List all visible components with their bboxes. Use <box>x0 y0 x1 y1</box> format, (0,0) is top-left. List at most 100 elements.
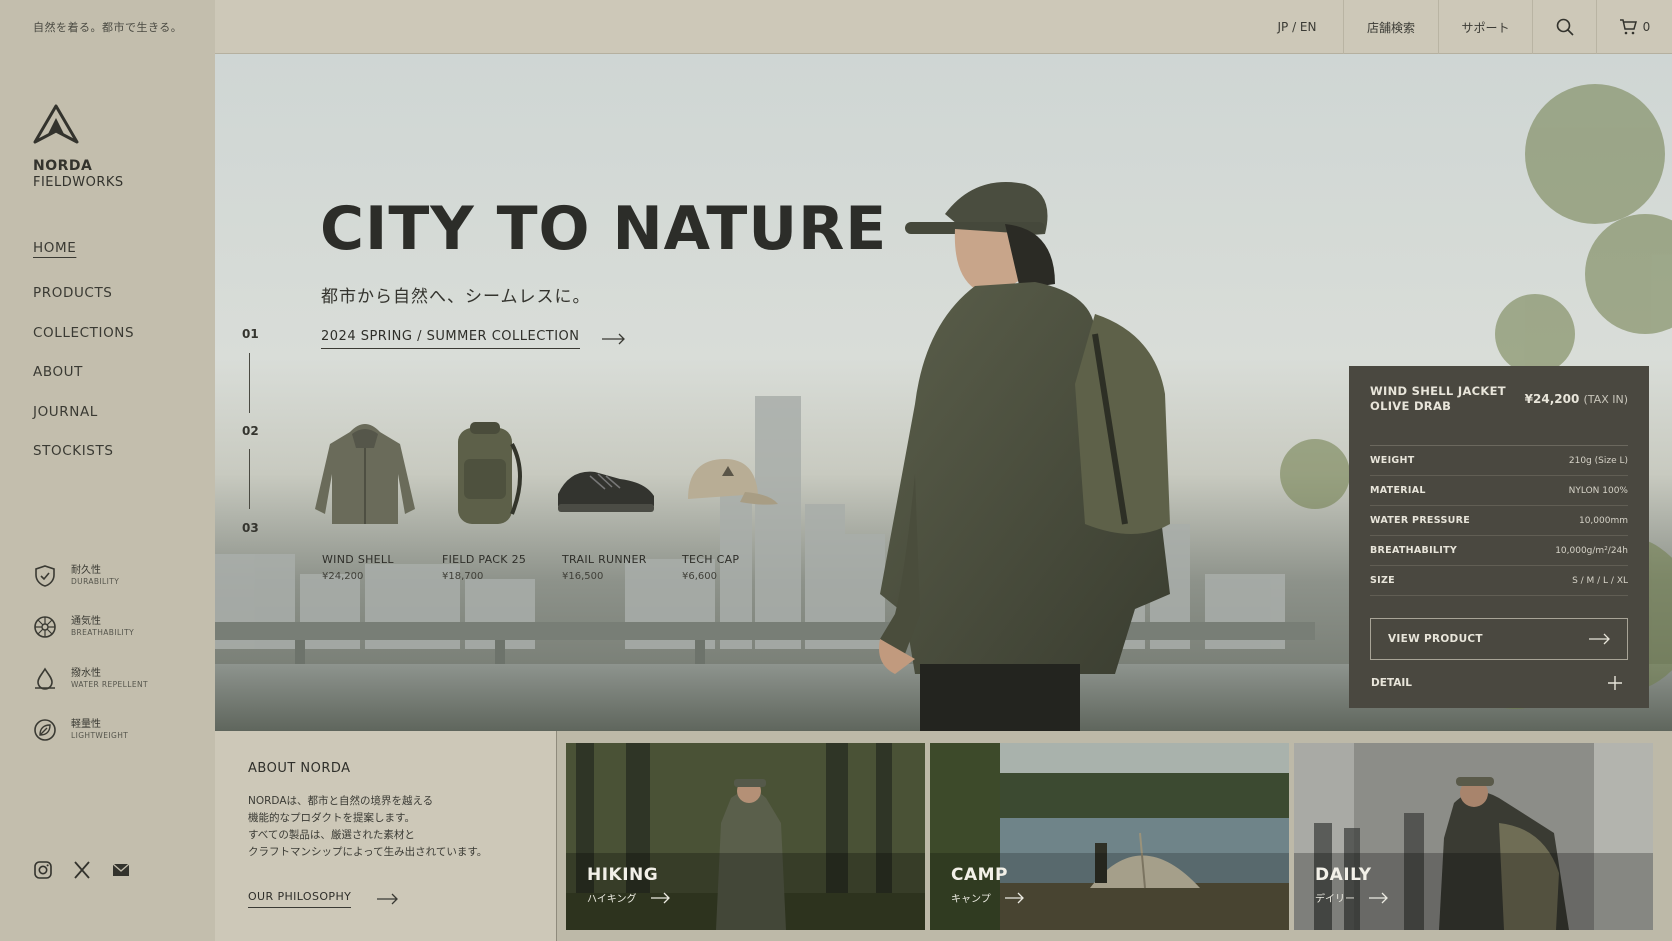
pager-line <box>249 353 250 413</box>
spec-value: NYLON 100% <box>1568 485 1628 496</box>
product-name: WIND SHELL <box>322 553 394 566</box>
spec-value: S / M / L / XL <box>1572 575 1628 586</box>
product-name: TECH CAP <box>682 553 740 566</box>
spec-tax-note: (TAX IN) <box>1583 393 1628 406</box>
feature-en: DURABILITY <box>71 576 120 586</box>
instagram-icon[interactable] <box>33 860 55 882</box>
tile-subtitle: キャンプ <box>951 890 1025 905</box>
view-product-label: VIEW PRODUCT <box>1388 633 1483 645</box>
about-line: 機能的なプロダクトを提案します。 <box>248 812 415 824</box>
arrow-right-icon <box>1589 633 1610 645</box>
philosophy-link[interactable]: OUR PHILOSOPHY <box>248 890 399 908</box>
product-price: ¥16,500 <box>562 571 604 582</box>
spec-header: WIND SHELL JACKET OLIVE DRAB ¥24,200 (TA… <box>1370 384 1628 446</box>
top-nav: JP / EN 店舗検索 サポート 0 <box>1251 0 1672 54</box>
spec-row: WEIGHT 210g (Size L) <box>1370 446 1628 476</box>
social-links <box>33 860 133 882</box>
feature-durability: 耐久性 DURABILITY <box>33 550 148 602</box>
store-search-link[interactable]: 店舗検索 <box>1343 0 1438 54</box>
tile-hiking[interactable]: HIKING ハイキング <box>566 743 925 930</box>
hero-title: CITY TO NATURE <box>320 194 888 264</box>
product-price: ¥6,600 <box>682 571 717 582</box>
tile-daily[interactable]: DAILY デイリー <box>1294 743 1653 930</box>
menu-item-about[interactable]: ABOUT <box>33 364 134 404</box>
tile-title: CAMP <box>951 865 1009 885</box>
x-icon[interactable] <box>72 860 94 882</box>
hero-subtitle: 都市から自然へ、シームレスに。 <box>321 287 591 307</box>
spec-value: 210g (Size L) <box>1568 455 1628 466</box>
feature-jp: 耐久性 <box>71 564 101 576</box>
top-bar: 自然を着る。都市で生きる。 JP / EN 店舗検索 サポート 0 <box>0 0 1672 54</box>
spec-key: BREATHABILITY <box>1370 545 1458 556</box>
arrow-right-icon <box>1004 892 1024 903</box>
product-price: ¥24,200 <box>322 571 364 582</box>
product-strip: WIND SHELL ¥24,200 FIELD PACK 25 ¥18,700… <box>310 414 790 582</box>
product-name: FIELD PACK 25 <box>442 553 527 566</box>
collection-link[interactable]: 2024 SPRING / SUMMER COLLECTION <box>321 329 626 349</box>
spec-product-name: WIND SHELL JACKET OLIVE DRAB <box>1370 384 1506 445</box>
feature-water-repellent: 撥水性 WATER REPELLENT <box>33 653 148 705</box>
cart-button[interactable]: 0 <box>1596 0 1672 54</box>
tile-camp[interactable]: CAMP キャンプ <box>930 743 1289 930</box>
about-section: ABOUT NORDA NORDAは、都市と自然の境界を越える 機能的なプロダク… <box>215 731 556 941</box>
product-card[interactable]: FIELD PACK 25 ¥18,700 <box>430 414 550 582</box>
tile-subtitle-text: キャンプ <box>951 894 991 905</box>
pager-item-1[interactable]: 01 <box>242 327 259 341</box>
spec-name-line2: OLIVE DRAB <box>1370 399 1452 413</box>
menu-item-products[interactable]: PRODUCTS <box>33 285 134 325</box>
product-card[interactable]: WIND SHELL ¥24,200 <box>310 414 430 582</box>
main-menu: HOME PRODUCTS COLLECTIONS ABOUT JOURNAL … <box>33 240 134 483</box>
shoe-image <box>558 471 654 512</box>
menu-item-home[interactable]: HOME <box>33 240 134 285</box>
feature-list: 耐久性 DURABILITY 通気性 BREATHABILITY 撥水性 WATER … <box>33 550 148 756</box>
spec-name-line1: WIND SHELL JACKET <box>1370 384 1506 398</box>
shield-check-icon <box>35 564 55 587</box>
feature-jp: 撥水性 <box>71 667 101 679</box>
feature-breathability: 通気性 BREATHABILITY <box>33 602 148 654</box>
spec-row: WATER PRESSURE 10,000mm <box>1370 506 1628 536</box>
arrow-right-icon <box>1369 892 1388 903</box>
menu-item-journal[interactable]: JOURNAL <box>33 404 134 444</box>
pager-item-3[interactable]: 03 <box>242 521 259 535</box>
arrow-right-icon <box>601 333 625 345</box>
tile-subtitle: デイリー <box>1315 890 1389 905</box>
product-card[interactable]: TRAIL RUNNER ¥16,500 <box>550 414 670 582</box>
collection-link-text: 2024 SPRING / SUMMER COLLECTION <box>321 329 580 349</box>
tagline: 自然を着る。都市で生きる。 <box>0 0 215 54</box>
tile-subtitle-text: ハイキング <box>587 894 637 905</box>
arrow-right-icon <box>377 893 399 905</box>
menu-item-collections[interactable]: COLLECTIONS <box>33 325 134 365</box>
air-circle-icon <box>34 616 56 639</box>
product-spec-card: WIND SHELL JACKET OLIVE DRAB ¥24,200 (TA… <box>1349 366 1649 708</box>
arrow-right-icon <box>650 892 670 903</box>
pager-item-2[interactable]: 02 <box>242 424 259 438</box>
language-switch[interactable]: JP / EN <box>1251 0 1343 54</box>
search-icon <box>1556 18 1574 36</box>
product-card[interactable]: TECH CAP ¥6,600 <box>670 414 790 582</box>
brand-logo-icon[interactable] <box>33 104 79 144</box>
spec-price-value: ¥24,200 <box>1524 392 1580 406</box>
category-tiles: HIKING ハイキング CAMP キャンプ DAILY デイリー <box>556 731 1672 941</box>
spec-row: MATERIAL NYLON 100% <box>1370 476 1628 506</box>
view-product-button[interactable]: VIEW PRODUCT <box>1370 618 1628 660</box>
cart-icon <box>1619 19 1637 35</box>
feature-lightweight: 軽量性 LIGHTWEIGHT <box>33 705 148 757</box>
about-body: NORDAは、都市と自然の境界を越える 機能的なプロダクトを提案します。 すべて… <box>248 793 538 861</box>
menu-item-stockists[interactable]: STOCKISTS <box>33 443 134 483</box>
brand-name: NORDA <box>33 158 93 174</box>
sidebar: NORDA FIELDWORKS HOME PRODUCTS COLLECTIO… <box>0 54 215 941</box>
mail-icon[interactable] <box>111 860 133 882</box>
feature-jp: 軽量性 <box>71 719 101 731</box>
philosophy-link-text: OUR PHILOSOPHY <box>248 890 352 908</box>
leaf-circle-icon <box>34 719 56 742</box>
search-button[interactable] <box>1532 0 1596 54</box>
feature-en: LIGHTWEIGHT <box>71 731 129 741</box>
tile-title: HIKING <box>587 865 659 885</box>
support-link[interactable]: サポート <box>1438 0 1532 54</box>
cap-image <box>688 459 778 505</box>
detail-toggle[interactable]: DETAIL <box>1370 660 1628 706</box>
feature-jp: 通気性 <box>71 616 101 628</box>
product-price: ¥18,700 <box>442 571 484 582</box>
about-line: NORDAは、都市と自然の境界を越える <box>248 795 434 807</box>
spec-price: ¥24,200 (TAX IN) <box>1525 392 1628 445</box>
